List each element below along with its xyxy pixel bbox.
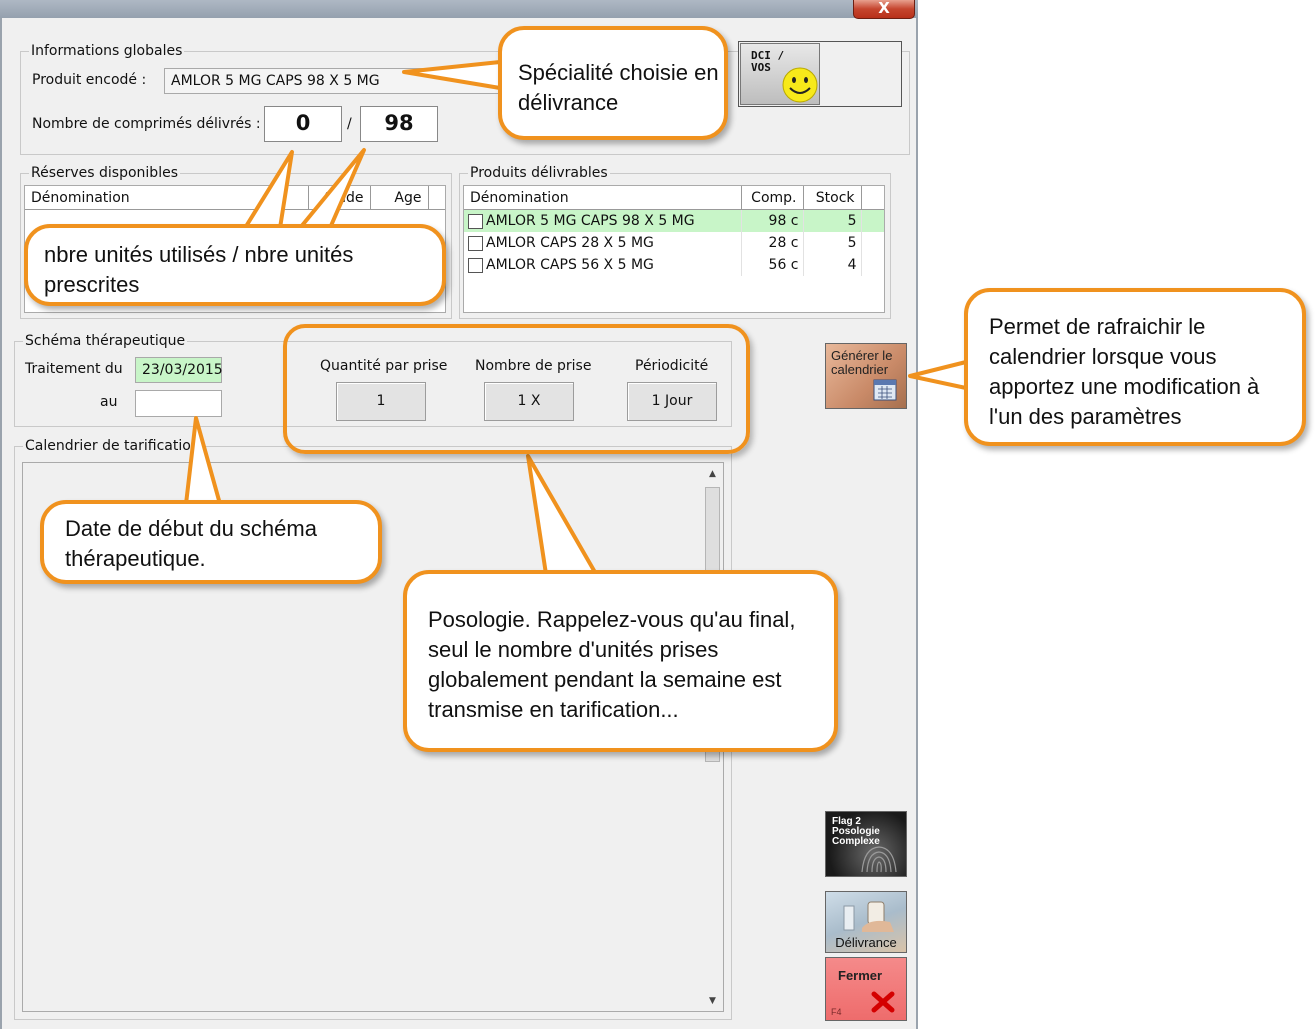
callout-units: nbre unités utilisés / nbre unités presc… [24, 224, 446, 306]
pointer-start-date [184, 416, 222, 506]
pointer-units-delivered [243, 150, 294, 230]
pointer-refresh [908, 360, 968, 390]
callout-speciality: Spécialité choisie en délivrance [498, 26, 728, 140]
posology-highlight [283, 324, 750, 454]
pointer-units-prescribed [298, 148, 366, 230]
callout-start-date: Date de début du schéma thérapeutique. [40, 500, 382, 584]
pointer-speciality [402, 60, 502, 90]
callout-posology: Posologie. Rappelez-vous qu'au final, se… [403, 570, 838, 752]
pointer-posology [526, 454, 598, 576]
callout-refresh: Permet de rafraichir le calendrier lorsq… [964, 288, 1306, 446]
